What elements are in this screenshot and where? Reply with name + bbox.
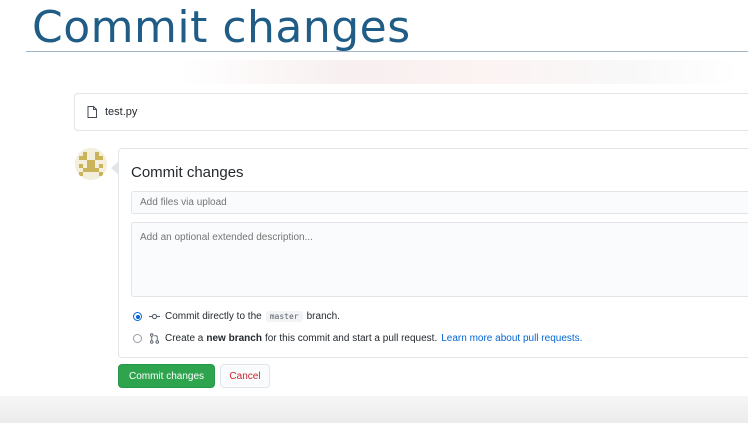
option-commit-directly[interactable]: Commit directly to the master branch. [133, 311, 340, 322]
commit-summary-input[interactable] [131, 191, 748, 214]
avatar [75, 148, 107, 180]
option-new-branch[interactable]: Create a new branch for this commit and … [133, 333, 582, 344]
file-icon [87, 106, 97, 118]
option-new-branch-bold: new branch [206, 333, 262, 344]
cancel-button[interactable]: Cancel [220, 364, 270, 388]
learn-more-link[interactable]: Learn more about pull requests. [441, 333, 582, 344]
option-new-branch-suffix: for this commit and start a pull request… [264, 333, 438, 344]
commit-box: Commit changes Commit directly to the ma… [111, 148, 748, 358]
radio-new-branch[interactable] [133, 334, 142, 343]
slide-title: Commit changes [32, 2, 411, 53]
option-direct-text: Commit directly to the [165, 311, 262, 322]
git-commit-icon [149, 313, 160, 320]
commit-description-input[interactable] [131, 222, 748, 297]
branch-name: master [265, 311, 303, 322]
blurred-header-strip [180, 60, 740, 84]
file-name: test.py [105, 106, 138, 118]
radio-commit-directly[interactable] [133, 312, 142, 321]
identicon [75, 148, 107, 180]
commit-changes-button[interactable]: Commit changes [118, 364, 215, 388]
option-direct-suffix: branch. [306, 311, 340, 322]
pull-request-icon [150, 333, 159, 344]
title-divider [26, 51, 748, 52]
bottom-fade [0, 396, 748, 423]
option-new-branch-prefix: Create a [165, 333, 204, 344]
commit-heading: Commit changes [131, 164, 244, 181]
file-row: test.py [74, 93, 748, 131]
